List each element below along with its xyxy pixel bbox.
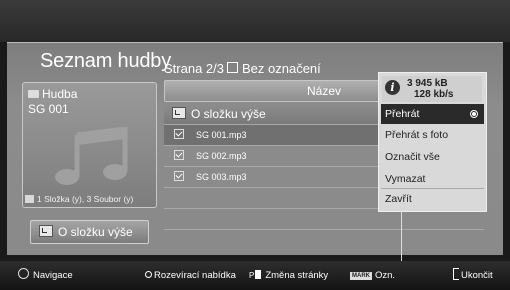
checkbox-checked-icon[interactable] — [174, 129, 184, 139]
menu-item-label: Označit vše — [385, 151, 440, 163]
page-title: Seznam hudby — [40, 50, 172, 72]
callout-line — [401, 211, 402, 261]
exit-icon — [453, 268, 459, 280]
help-bar: Navigace Rozevírací nabídka P Změna strán… — [0, 261, 510, 290]
file-info-card: Hudba SG 001 1 Složka (y), 3 Soubor (y) — [22, 82, 157, 208]
folder-up-label: O složku výše — [58, 225, 133, 239]
page-indicator: Strana 2/3 Bez označení — [164, 61, 321, 76]
help-navigate: Navigace — [18, 261, 73, 290]
navigate-label: Navigace — [33, 270, 73, 281]
menu-item-label: Přehrát — [385, 108, 420, 120]
menu-item-label: Přehrát s foto — [385, 129, 449, 141]
item-counts: 1 Složka (y), 3 Soubor (y) — [25, 194, 133, 204]
mark-label: Ozn. — [375, 270, 396, 281]
music-note-icon — [55, 127, 128, 185]
folder-icon — [28, 90, 39, 98]
empty-row — [164, 209, 484, 230]
mark-key-icon: MARK — [350, 272, 372, 280]
navigation-icon — [18, 268, 29, 279]
folder-label: Hudba — [28, 87, 77, 101]
menu-item-delete[interactable]: Vymazat — [381, 169, 484, 189]
folder-up-icon — [172, 107, 186, 119]
menu-item-label: Vymazat — [385, 173, 426, 185]
info-icon: i — [385, 80, 400, 95]
item-name: SG 001 — [28, 102, 69, 116]
folder-name: Hudba — [42, 87, 78, 101]
menu-item-play[interactable]: Přehrát — [381, 104, 484, 124]
file-size: 3 945 kB — [407, 78, 448, 89]
exit-label: Ukončit — [461, 270, 493, 281]
help-page-change: P Změna stránky — [249, 261, 328, 290]
menu-item-label: Zavřít — [385, 193, 412, 205]
file-name: SG 003.mp3 — [196, 172, 247, 182]
page-number: Strana 2/3 — [164, 61, 224, 76]
file-details: i 3 945 kB 128 kb/s — [382, 76, 482, 102]
p-key-icon: P — [249, 271, 255, 280]
checkbox-checked-icon[interactable] — [174, 150, 184, 160]
folder-up-icon — [39, 225, 53, 237]
file-name: SG 001.mp3 — [196, 130, 247, 140]
menu-item-close[interactable]: Zavřít — [381, 188, 484, 208]
empty-row — [164, 230, 484, 250]
file-name: SG 002.mp3 — [196, 151, 247, 161]
radio-selected-icon — [470, 110, 478, 118]
folder-up-button[interactable]: O složku výše — [30, 220, 149, 244]
popup-menu-label: Rozevírací nabídka — [154, 270, 236, 281]
menu-item-play-with-photo[interactable]: Přehrát s foto — [381, 125, 484, 145]
folder-icon — [25, 195, 34, 203]
ok-button-icon — [145, 271, 152, 278]
folder-up-row-label: O složku výše — [191, 107, 266, 121]
counts-text: 1 Složka (y), 3 Soubor (y) — [37, 194, 134, 204]
help-mark: MARK Ozn. — [350, 261, 395, 290]
menu-item-mark-all[interactable]: Označit vše — [381, 147, 484, 167]
checkbox-icon — [227, 62, 238, 73]
bitrate: 128 kb/s — [414, 89, 454, 100]
help-exit: Ukončit — [453, 261, 493, 290]
checkbox-checked-icon[interactable] — [174, 171, 184, 181]
popup-menu: i 3 945 kB 128 kb/s Přehrát Přehrát s fo… — [378, 72, 487, 212]
page-change-label: Změna stránky — [265, 270, 329, 281]
help-popup-menu: Rozevírací nabídka — [145, 261, 236, 290]
unmarked-label: Bez označení — [242, 61, 321, 76]
top-band — [0, 0, 510, 42]
page-updown-icon — [255, 270, 262, 279]
